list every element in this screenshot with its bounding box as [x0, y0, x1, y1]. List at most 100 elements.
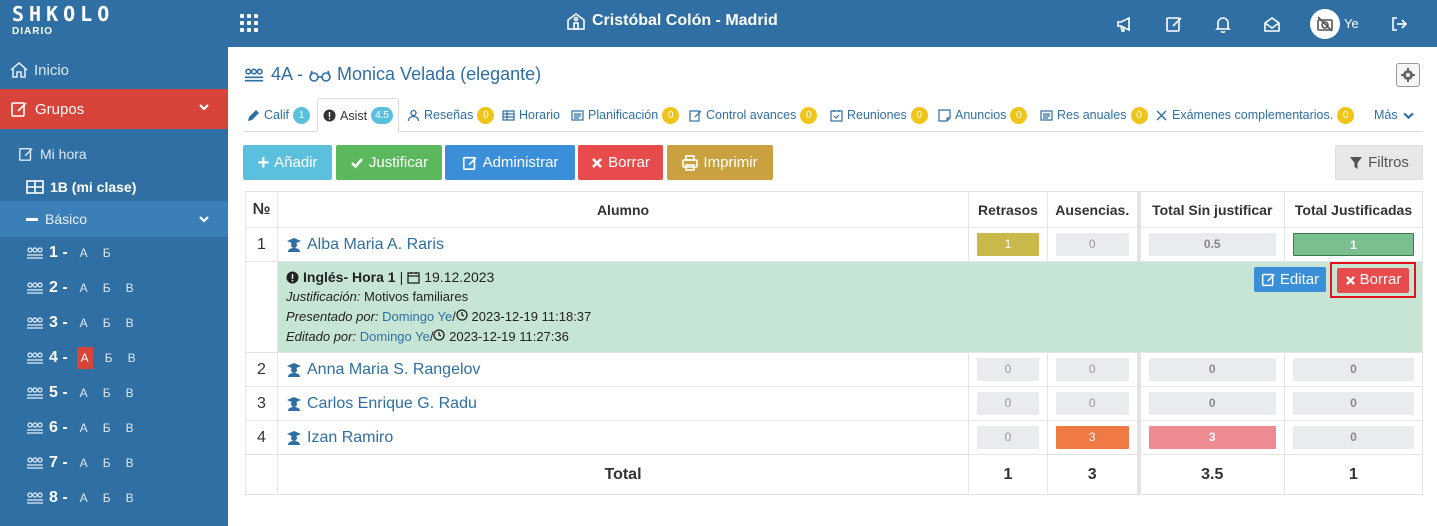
sidebar-item-inicio[interactable]: Inicio	[0, 51, 228, 89]
student-name[interactable]: Alba Maria A. Raris	[307, 236, 444, 254]
logout-icon[interactable]	[1390, 15, 1408, 33]
student-name[interactable]: Izan Ramiro	[307, 429, 393, 447]
tab-calif[interactable]: Calif 1	[247, 98, 311, 132]
administrate-button[interactable]: Administrar	[445, 145, 575, 180]
column-header[interactable]: Ausencias.	[1047, 191, 1139, 228]
late-count[interactable]: 1	[977, 233, 1039, 256]
group-icon	[27, 387, 43, 399]
print-button[interactable]: Imprimir	[667, 145, 773, 180]
grade-letter[interactable]: Б	[100, 315, 114, 331]
tab-horario[interactable]: Horario	[502, 98, 560, 132]
table-row[interactable]: 1 Alba Maria A. Raris 1 0 0.5 1	[245, 227, 1423, 262]
table-row[interactable]: 3 Carlos Enrique G. Radu 0 0 0 0	[245, 386, 1423, 421]
grade-letter[interactable]: Б	[100, 245, 114, 261]
grade-letter[interactable]: В	[123, 455, 137, 471]
absence-count[interactable]: 0	[1056, 233, 1129, 256]
column-header[interactable]: №	[245, 191, 278, 228]
megaphone-icon[interactable]	[1116, 15, 1134, 33]
grade-letter[interactable]: А	[77, 420, 91, 436]
tab-examenes[interactable]: Exámenes complementarios. 0	[1155, 98, 1355, 132]
list-icon	[571, 109, 584, 121]
late-count[interactable]: 0	[977, 392, 1039, 415]
grade-letter[interactable]: Б	[100, 420, 114, 436]
grade-letter[interactable]: А	[77, 245, 91, 261]
grade-letter[interactable]: В	[123, 490, 137, 506]
logo[interactable]: SHKOLO DIARIO	[12, 4, 187, 44]
absence-count[interactable]: 0	[1056, 392, 1129, 415]
badge: 1	[293, 106, 311, 124]
tab-control-avances[interactable]: Control avances 0	[689, 98, 818, 132]
tab-res-anuales[interactable]: Res anuales 0	[1040, 98, 1148, 132]
column-header[interactable]: Retrasos	[968, 191, 1048, 228]
tab-asist[interactable]: Asist 4.5	[317, 98, 399, 133]
table-row[interactable]: 2 Anna Maria S. Rangelov 0 0 0 0	[245, 352, 1423, 387]
unjustified-total: 0.5	[1148, 233, 1276, 256]
badge: 0	[1337, 106, 1355, 124]
grade-letter[interactable]: В	[125, 350, 139, 366]
column-header[interactable]: Total Sin justificar	[1136, 191, 1285, 228]
column-header[interactable]: Alumno	[277, 191, 969, 228]
tab-mas[interactable]: Más	[1374, 98, 1415, 132]
student-name[interactable]: Anna Maria S. Rangelov	[307, 361, 480, 379]
sidebar-item-grupos[interactable]: Grupos	[0, 89, 228, 129]
exclamation-circle-icon	[323, 109, 336, 122]
tab-planificacion[interactable]: Planificación 0	[571, 98, 680, 132]
gear-icon	[1401, 68, 1415, 82]
group-icon	[27, 457, 43, 469]
grade-letter[interactable]: А	[77, 315, 91, 331]
justify-button[interactable]: Justificar	[336, 145, 442, 180]
late-count[interactable]: 0	[977, 426, 1039, 449]
list-icon	[1040, 109, 1053, 121]
student-name[interactable]: Carlos Enrique G. Radu	[307, 395, 477, 413]
home-icon	[10, 62, 28, 78]
table-row[interactable]: 4 Izan Ramiro 0 3 3 0	[245, 420, 1423, 455]
tab-reuniones[interactable]: Reuniones 0	[830, 98, 928, 132]
clock-icon	[456, 309, 468, 321]
avatar[interactable]	[1310, 9, 1340, 39]
grade-letter[interactable]: А	[77, 490, 91, 506]
delete-button[interactable]: Borrar	[578, 145, 663, 180]
add-button[interactable]: + Añadir	[243, 145, 332, 180]
grade-letter-active[interactable]: А	[76, 347, 93, 369]
grade-letter[interactable]: Б	[100, 385, 114, 401]
tabs: Calif 1 Asist 4.5 Reseñas 0 Horario Planifi…	[243, 98, 1423, 133]
filter-icon	[1350, 156, 1363, 169]
grade-letter[interactable]: В	[123, 385, 137, 401]
column-header[interactable]: Total Justificadas	[1284, 191, 1423, 228]
edit-icon[interactable]	[1165, 15, 1183, 33]
page-title: 4A - Monica Velada (elegante)	[243, 64, 541, 85]
print-icon	[682, 154, 699, 171]
grade-letter[interactable]: Б	[100, 280, 114, 296]
edit-absence-button[interactable]: Editar	[1254, 267, 1326, 292]
grade-letter[interactable]: В	[123, 315, 137, 331]
grade-letter[interactable]: А	[77, 280, 91, 296]
absence-count[interactable]: 0	[1056, 358, 1129, 381]
tab-anuncios[interactable]: Anuncios 0	[938, 98, 1028, 132]
grade-letter[interactable]: Б	[100, 490, 114, 506]
grade-letter[interactable]: А	[77, 455, 91, 471]
user-name[interactable]: Ye	[1344, 16, 1359, 31]
sidebar-grade-3: 3 - А Б В	[26, 310, 137, 336]
student-icon	[287, 362, 301, 377]
close-icon	[1345, 275, 1355, 285]
late-count[interactable]: 0	[977, 358, 1039, 381]
grade-letter[interactable]: В	[123, 280, 137, 296]
filters-button[interactable]: Filtros	[1335, 145, 1423, 180]
grade-letter[interactable]: А	[77, 385, 91, 401]
chevron-down-icon	[1403, 112, 1414, 119]
tools-icon	[1156, 110, 1167, 120]
grade-letter[interactable]: В	[123, 420, 137, 436]
absence-count[interactable]: 3	[1056, 426, 1129, 449]
settings-button[interactable]	[1396, 63, 1420, 87]
sidebar: Inicio Grupos Mi hora 1B (mi clase) Bási…	[0, 47, 228, 526]
grade-letter[interactable]: Б	[102, 350, 116, 366]
bell-icon[interactable]	[1214, 15, 1232, 34]
delete-absence-button[interactable]: Borrar	[1337, 267, 1409, 293]
envelope-open-icon[interactable]	[1263, 15, 1281, 33]
apps-grid-icon[interactable]	[240, 14, 258, 32]
highlight-box: Borrar	[1330, 262, 1416, 298]
grade-letter[interactable]: Б	[100, 455, 114, 471]
sidebar-item-basico[interactable]: Básico	[0, 201, 228, 237]
unjustified-total: 0	[1148, 392, 1276, 415]
tab-resenas[interactable]: Reseñas 0	[407, 98, 495, 132]
